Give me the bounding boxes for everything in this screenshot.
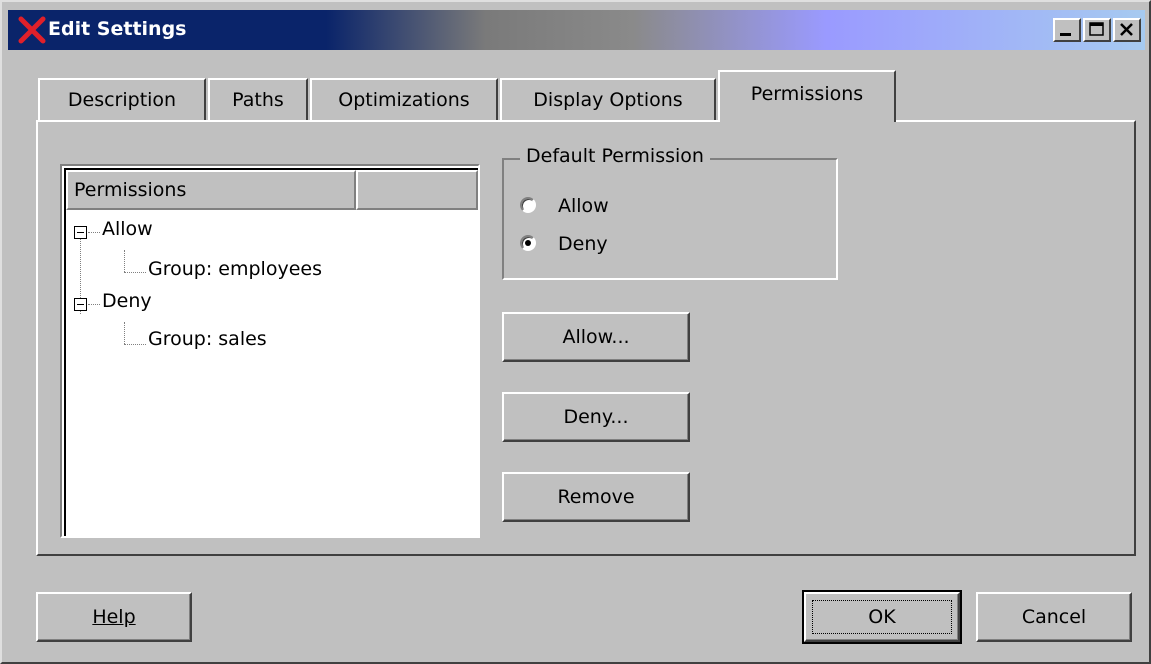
tree-connector <box>88 232 100 233</box>
tree-header: Permissions <box>66 170 478 210</box>
collapse-icon[interactable] <box>74 226 87 239</box>
tree-connector <box>124 322 125 344</box>
edit-settings-window: Edit Settings Description Paths Optimiza… <box>0 0 1151 664</box>
tab-label: Display Options <box>533 89 683 111</box>
permissions-tree[interactable]: Permissions Allow Group: employees Deny … <box>60 164 480 538</box>
tree-node-group-sales[interactable]: Group: sales <box>148 328 267 350</box>
tree-node-group-employees[interactable]: Group: employees <box>148 258 322 280</box>
deny-button[interactable]: Deny... <box>502 392 690 442</box>
tree-connector <box>124 272 146 273</box>
default-permission-group: Default Permission Allow Deny <box>502 145 838 280</box>
minimize-icon <box>1060 33 1071 36</box>
remove-button[interactable]: Remove <box>502 472 690 522</box>
radio-label: Allow <box>558 195 609 217</box>
cancel-label: Cancel <box>1021 606 1087 628</box>
collapse-icon[interactable] <box>74 298 87 311</box>
ok-button[interactable]: OK <box>802 590 962 644</box>
tab-label: Permissions <box>750 83 864 105</box>
allow-button[interactable]: Allow... <box>502 312 690 362</box>
tree-node-allow[interactable]: Allow <box>102 218 153 240</box>
tab-optimizations[interactable]: Optimizations <box>310 78 498 120</box>
minimize-button[interactable] <box>1053 18 1081 42</box>
ok-label: OK <box>868 606 896 628</box>
tab-label: Description <box>67 89 177 111</box>
app-x-icon <box>18 16 46 44</box>
radio-label: Deny <box>558 233 608 255</box>
tab-display-options[interactable]: Display Options <box>500 78 716 120</box>
help-label: Help <box>92 606 136 628</box>
maximize-button[interactable] <box>1083 18 1111 42</box>
tab-paths[interactable]: Paths <box>208 78 308 120</box>
tree-connector <box>88 304 100 305</box>
group-title: Default Permission <box>520 145 710 167</box>
maximize-icon <box>1089 22 1104 36</box>
close-icon <box>1120 23 1133 36</box>
cancel-button[interactable]: Cancel <box>976 592 1132 642</box>
window-title: Edit Settings <box>48 18 187 40</box>
help-button[interactable]: Help <box>36 592 192 642</box>
tab-label: Optimizations <box>338 89 470 111</box>
tree-connector <box>124 250 125 272</box>
column-header-label: Permissions <box>74 179 187 201</box>
column-header-permissions[interactable]: Permissions <box>66 170 356 210</box>
tree-node-deny[interactable]: Deny <box>102 290 152 312</box>
tab-label: Paths <box>232 89 284 111</box>
radio-button[interactable] <box>520 197 536 213</box>
tab-permissions[interactable]: Permissions <box>718 70 896 122</box>
tree-connector <box>124 344 146 345</box>
column-header-blank[interactable] <box>356 170 478 210</box>
tab-description[interactable]: Description <box>38 78 206 120</box>
radio-button[interactable] <box>520 235 536 251</box>
title-bar[interactable]: Edit Settings <box>8 10 1145 50</box>
close-button[interactable] <box>1113 18 1141 42</box>
